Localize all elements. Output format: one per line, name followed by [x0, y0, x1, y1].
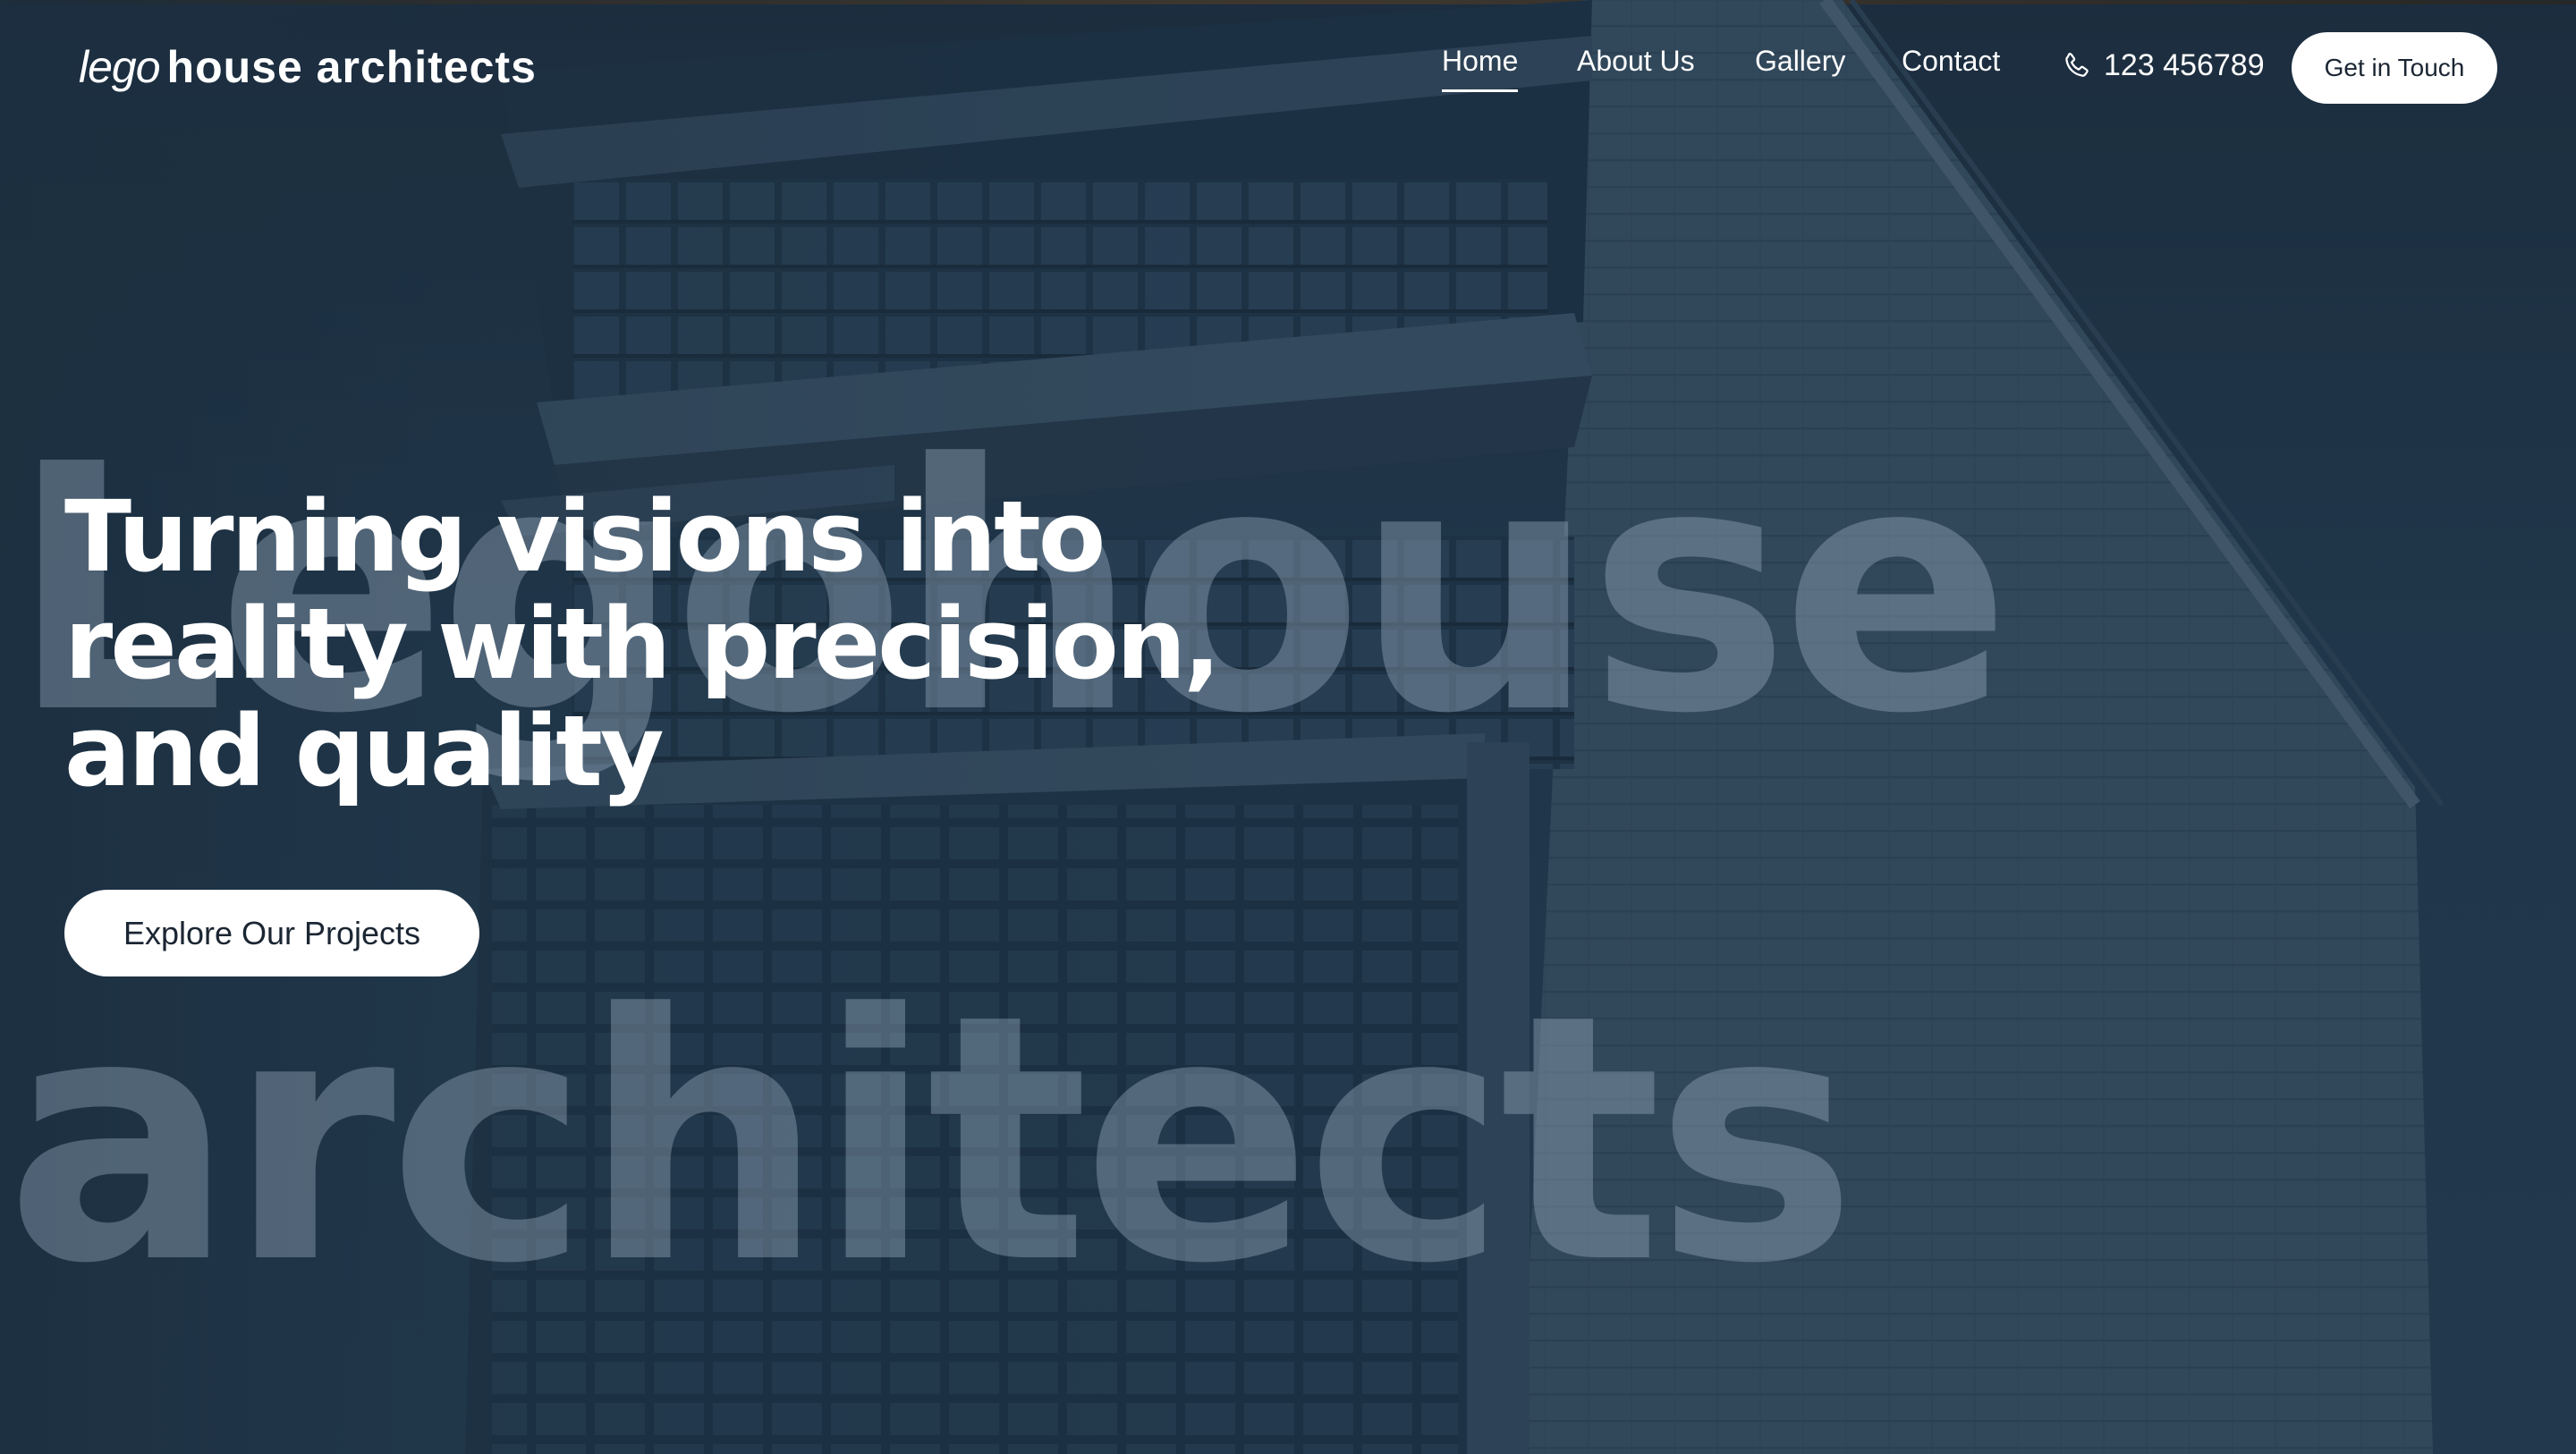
- top-navigation: lego house architects Home About Us Galle…: [0, 0, 2576, 134]
- get-in-touch-button[interactable]: Get in Touch: [2292, 32, 2497, 104]
- nav-link-about-us[interactable]: About Us: [1577, 45, 1695, 78]
- watermark-architects: architects: [5, 942, 1857, 1338]
- nav-link-home[interactable]: Home: [1442, 45, 1519, 92]
- phone-icon: [2065, 52, 2089, 77]
- hero-title-line-1: Turning visions into: [64, 479, 1106, 594]
- nav-link-contact[interactable]: Contact: [1902, 45, 2000, 78]
- hero-title: Turning visions into reality with precis…: [64, 483, 1227, 805]
- nav-link-gallery[interactable]: Gallery: [1755, 45, 1845, 78]
- logo-bold-text: house architects: [166, 42, 537, 92]
- page: Legohouse architects lego house architect…: [0, 0, 2576, 1454]
- phone-link[interactable]: 123 456789: [2061, 48, 2265, 83]
- explore-projects-button[interactable]: Explore Our Projects: [64, 890, 479, 976]
- logo-light-text: lego: [79, 42, 161, 92]
- brand-logo[interactable]: lego house architects: [79, 41, 537, 93]
- hero-title-line-2: reality with precision,: [64, 587, 1221, 701]
- phone-number: 123 456789: [2104, 48, 2265, 82]
- hero-title-line-3: and quality: [64, 694, 665, 808]
